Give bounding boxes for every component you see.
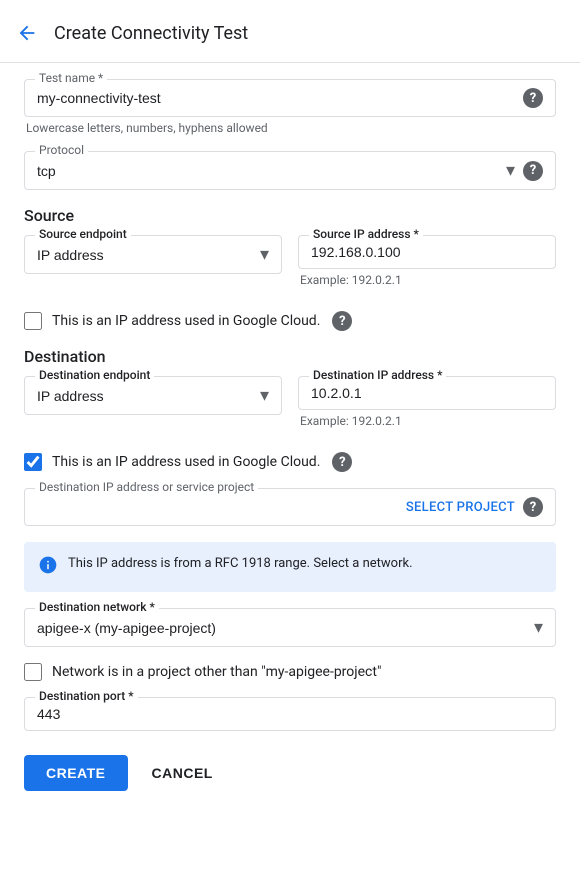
header: Create Connectivity Test [0, 0, 580, 63]
cancel-button[interactable]: CANCEL [136, 755, 229, 791]
destination-ip-wrapper: Destination IP address * [298, 376, 556, 410]
source-cloud-checkbox-label: This is an IP address used in Google Clo… [52, 313, 320, 329]
source-ip-label: Source IP address * [309, 227, 423, 241]
destination-network-group: Destination network * ▾ [24, 608, 556, 647]
destination-port-label: Destination port * [35, 689, 138, 703]
source-endpoint-label: Source endpoint [35, 227, 131, 241]
destination-endpoint-group: Destination endpoint ▾ [24, 376, 282, 428]
destination-endpoint-label: Destination endpoint [35, 368, 154, 382]
page-container: Create Connectivity Test Test name * ? L… [0, 0, 580, 873]
test-name-hint: Lowercase letters, numbers, hyphens allo… [24, 121, 556, 135]
destination-port-wrapper: Destination port * [24, 697, 556, 731]
destination-checkbox-row: This is an IP address used in Google Clo… [24, 452, 556, 472]
destination-endpoint-input[interactable] [37, 388, 256, 404]
source-endpoint-dropdown-icon[interactable]: ▾ [260, 244, 269, 265]
source-section-label: Source [24, 206, 556, 225]
service-project-group: Destination IP address or service projec… [24, 488, 556, 526]
test-name-input[interactable] [37, 90, 515, 106]
destination-ip-hint: Example: 192.0.2.1 [298, 414, 556, 428]
service-project-label: Destination IP address or service projec… [35, 480, 258, 494]
test-name-wrapper: Test name * ? [24, 79, 556, 117]
test-name-group: Test name * ? Lowercase letters, numbers… [24, 79, 556, 135]
protocol-label: Protocol [35, 143, 88, 157]
source-ip-hint: Example: 192.0.2.1 [298, 273, 556, 287]
select-project-link[interactable]: SELECT PROJECT [406, 500, 515, 515]
source-endpoint-group: Source endpoint ▾ [24, 235, 282, 287]
source-ip-input[interactable] [311, 244, 543, 260]
info-box-text: This IP address is from a RFC 1918 range… [68, 554, 413, 574]
source-cloud-help-icon[interactable]: ? [332, 311, 352, 331]
protocol-input[interactable] [37, 163, 502, 179]
arrow-left-icon [16, 22, 38, 44]
protocol-dropdown-icon[interactable]: ▾ [506, 160, 515, 181]
protocol-group: Protocol ▾ ? [24, 151, 556, 190]
source-endpoint-wrapper: Source endpoint ▾ [24, 235, 282, 274]
service-project-help-icon[interactable]: ? [523, 497, 543, 517]
source-ip-group: Source IP address * Example: 192.0.2.1 [298, 235, 556, 287]
destination-port-group: Destination port * [24, 697, 556, 731]
test-name-label: Test name * [35, 71, 107, 85]
source-checkbox-row: This is an IP address used in Google Clo… [24, 311, 556, 331]
destination-section-label: Destination [24, 347, 556, 366]
source-ip-wrapper: Source IP address * [298, 235, 556, 269]
protocol-wrapper: Protocol ▾ ? [24, 151, 556, 190]
network-project-checkbox-label: Network is in a project other than "my-a… [52, 664, 381, 680]
source-endpoint-input[interactable] [37, 247, 256, 263]
destination-ip-label: Destination IP address * [309, 368, 446, 382]
info-circle-icon [38, 555, 58, 580]
destination-cloud-help-icon[interactable]: ? [332, 452, 352, 472]
destination-network-wrapper: Destination network * ▾ [24, 608, 556, 647]
destination-cloud-checkbox-label: This is an IP address used in Google Clo… [52, 454, 320, 470]
create-button[interactable]: CREATE [24, 755, 128, 791]
page-title: Create Connectivity Test [54, 23, 248, 44]
test-name-help-icon[interactable]: ? [523, 88, 543, 108]
destination-endpoint-dropdown-icon[interactable]: ▾ [260, 385, 269, 406]
service-project-input[interactable] [37, 499, 406, 515]
destination-ip-group: Destination IP address * Example: 192.0.… [298, 376, 556, 428]
destination-endpoint-wrapper: Destination endpoint ▾ [24, 376, 282, 415]
destination-cloud-checkbox[interactable] [24, 453, 42, 471]
destination-network-label: Destination network * [35, 600, 159, 614]
network-project-checkbox-row: Network is in a project other than "my-a… [24, 663, 556, 681]
destination-port-input[interactable] [37, 706, 543, 722]
form-body: Test name * ? Lowercase letters, numbers… [0, 63, 580, 815]
protocol-help-icon[interactable]: ? [523, 161, 543, 181]
destination-network-input[interactable] [37, 620, 530, 636]
destination-ip-input[interactable] [311, 385, 543, 401]
back-button[interactable] [16, 18, 46, 48]
destination-network-dropdown-icon[interactable]: ▾ [534, 617, 543, 638]
button-row: CREATE CANCEL [24, 755, 556, 791]
destination-row: Destination endpoint ▾ Destination IP ad… [24, 376, 556, 444]
source-row: Source endpoint ▾ Source IP address * Ex… [24, 235, 556, 303]
network-project-checkbox[interactable] [24, 663, 42, 681]
source-cloud-checkbox[interactable] [24, 312, 42, 330]
info-box: This IP address is from a RFC 1918 range… [24, 542, 556, 592]
service-project-wrapper: Destination IP address or service projec… [24, 488, 556, 526]
